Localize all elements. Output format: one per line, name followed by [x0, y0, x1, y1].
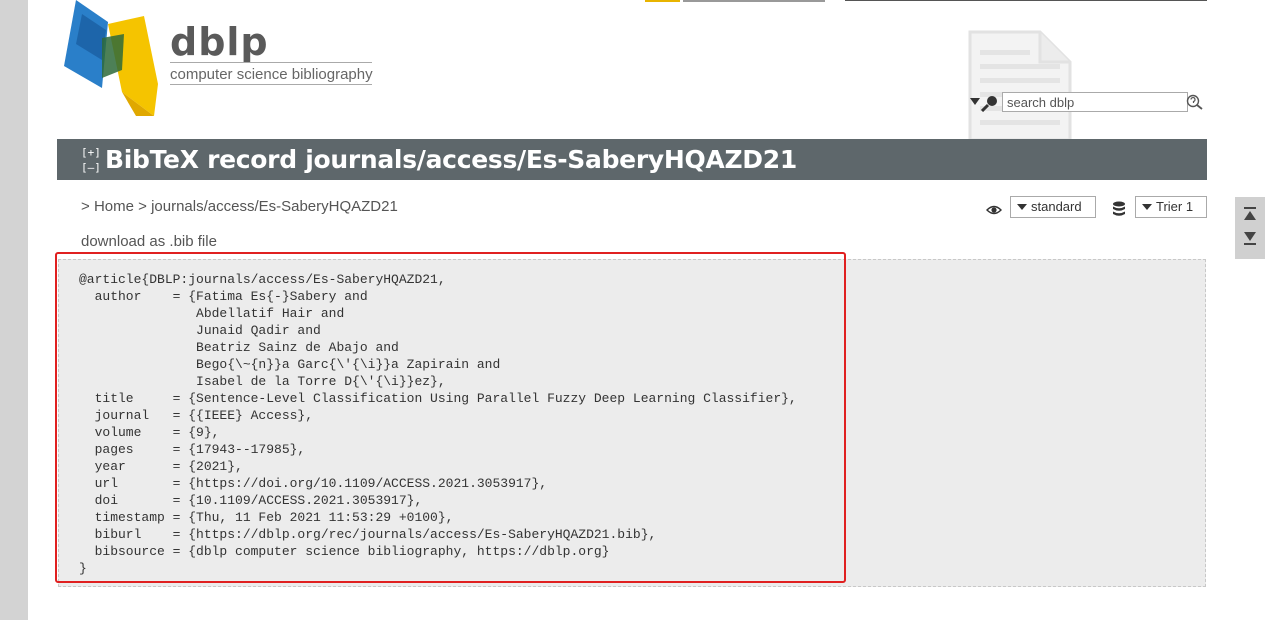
breadcrumb-separator: > [81, 198, 94, 215]
document-watermark-icon [968, 30, 1072, 140]
search-input[interactable] [1002, 92, 1188, 112]
title-bar: [+] [–] BibTeX record journals/access/Es… [57, 139, 1207, 180]
collapse-toggle[interactable]: [–] [81, 160, 101, 175]
scroll-to-bottom-icon[interactable] [1243, 230, 1257, 246]
top-partner-banner [645, 0, 825, 2]
view-mode-selected: standard [1031, 199, 1082, 214]
search-icon[interactable] [981, 94, 999, 112]
logo-rule [170, 84, 372, 85]
logo-subtitle: computer science bibliography [170, 66, 373, 83]
view-mode-dropdown[interactable]: standard [1010, 196, 1096, 218]
breadcrumb: > Home > journals/access/Es-SaberyHQAZD2… [81, 198, 398, 215]
logo-rule [170, 62, 372, 63]
chevron-down-icon [1142, 204, 1152, 210]
section-toggles: [+] [–] [81, 145, 101, 175]
search-options-caret-icon[interactable] [970, 98, 980, 105]
eye-icon [986, 205, 1002, 215]
breadcrumb-home-link[interactable]: Home [94, 198, 134, 215]
logo-wordmark: dblp [170, 20, 269, 64]
left-gutter [0, 0, 28, 620]
dblp-logo-icon [64, 0, 158, 116]
search-help-icon[interactable] [1186, 94, 1204, 110]
side-scroll-panel [1235, 197, 1265, 259]
highlight-box [55, 252, 846, 583]
mirror-server-selected: Trier 1 [1156, 199, 1194, 214]
mirror-server-dropdown[interactable]: Trier 1 [1135, 196, 1207, 218]
chevron-down-icon [1017, 204, 1027, 210]
breadcrumb-current-link[interactable]: journals/access/Es-SaberyHQAZD21 [151, 198, 398, 215]
breadcrumb-separator: > [133, 198, 152, 215]
page-title: BibTeX record journals/access/Es-SaberyH… [105, 145, 797, 174]
top-rule [845, 0, 1207, 1]
expand-toggle[interactable]: [+] [81, 145, 101, 160]
dblp-logo[interactable]: dblp computer science bibliography [62, 0, 382, 118]
database-icon [1113, 201, 1125, 216]
scroll-to-top-icon[interactable] [1243, 206, 1257, 222]
download-bib-link[interactable]: download as .bib file [81, 233, 217, 250]
search-area [970, 92, 1210, 114]
